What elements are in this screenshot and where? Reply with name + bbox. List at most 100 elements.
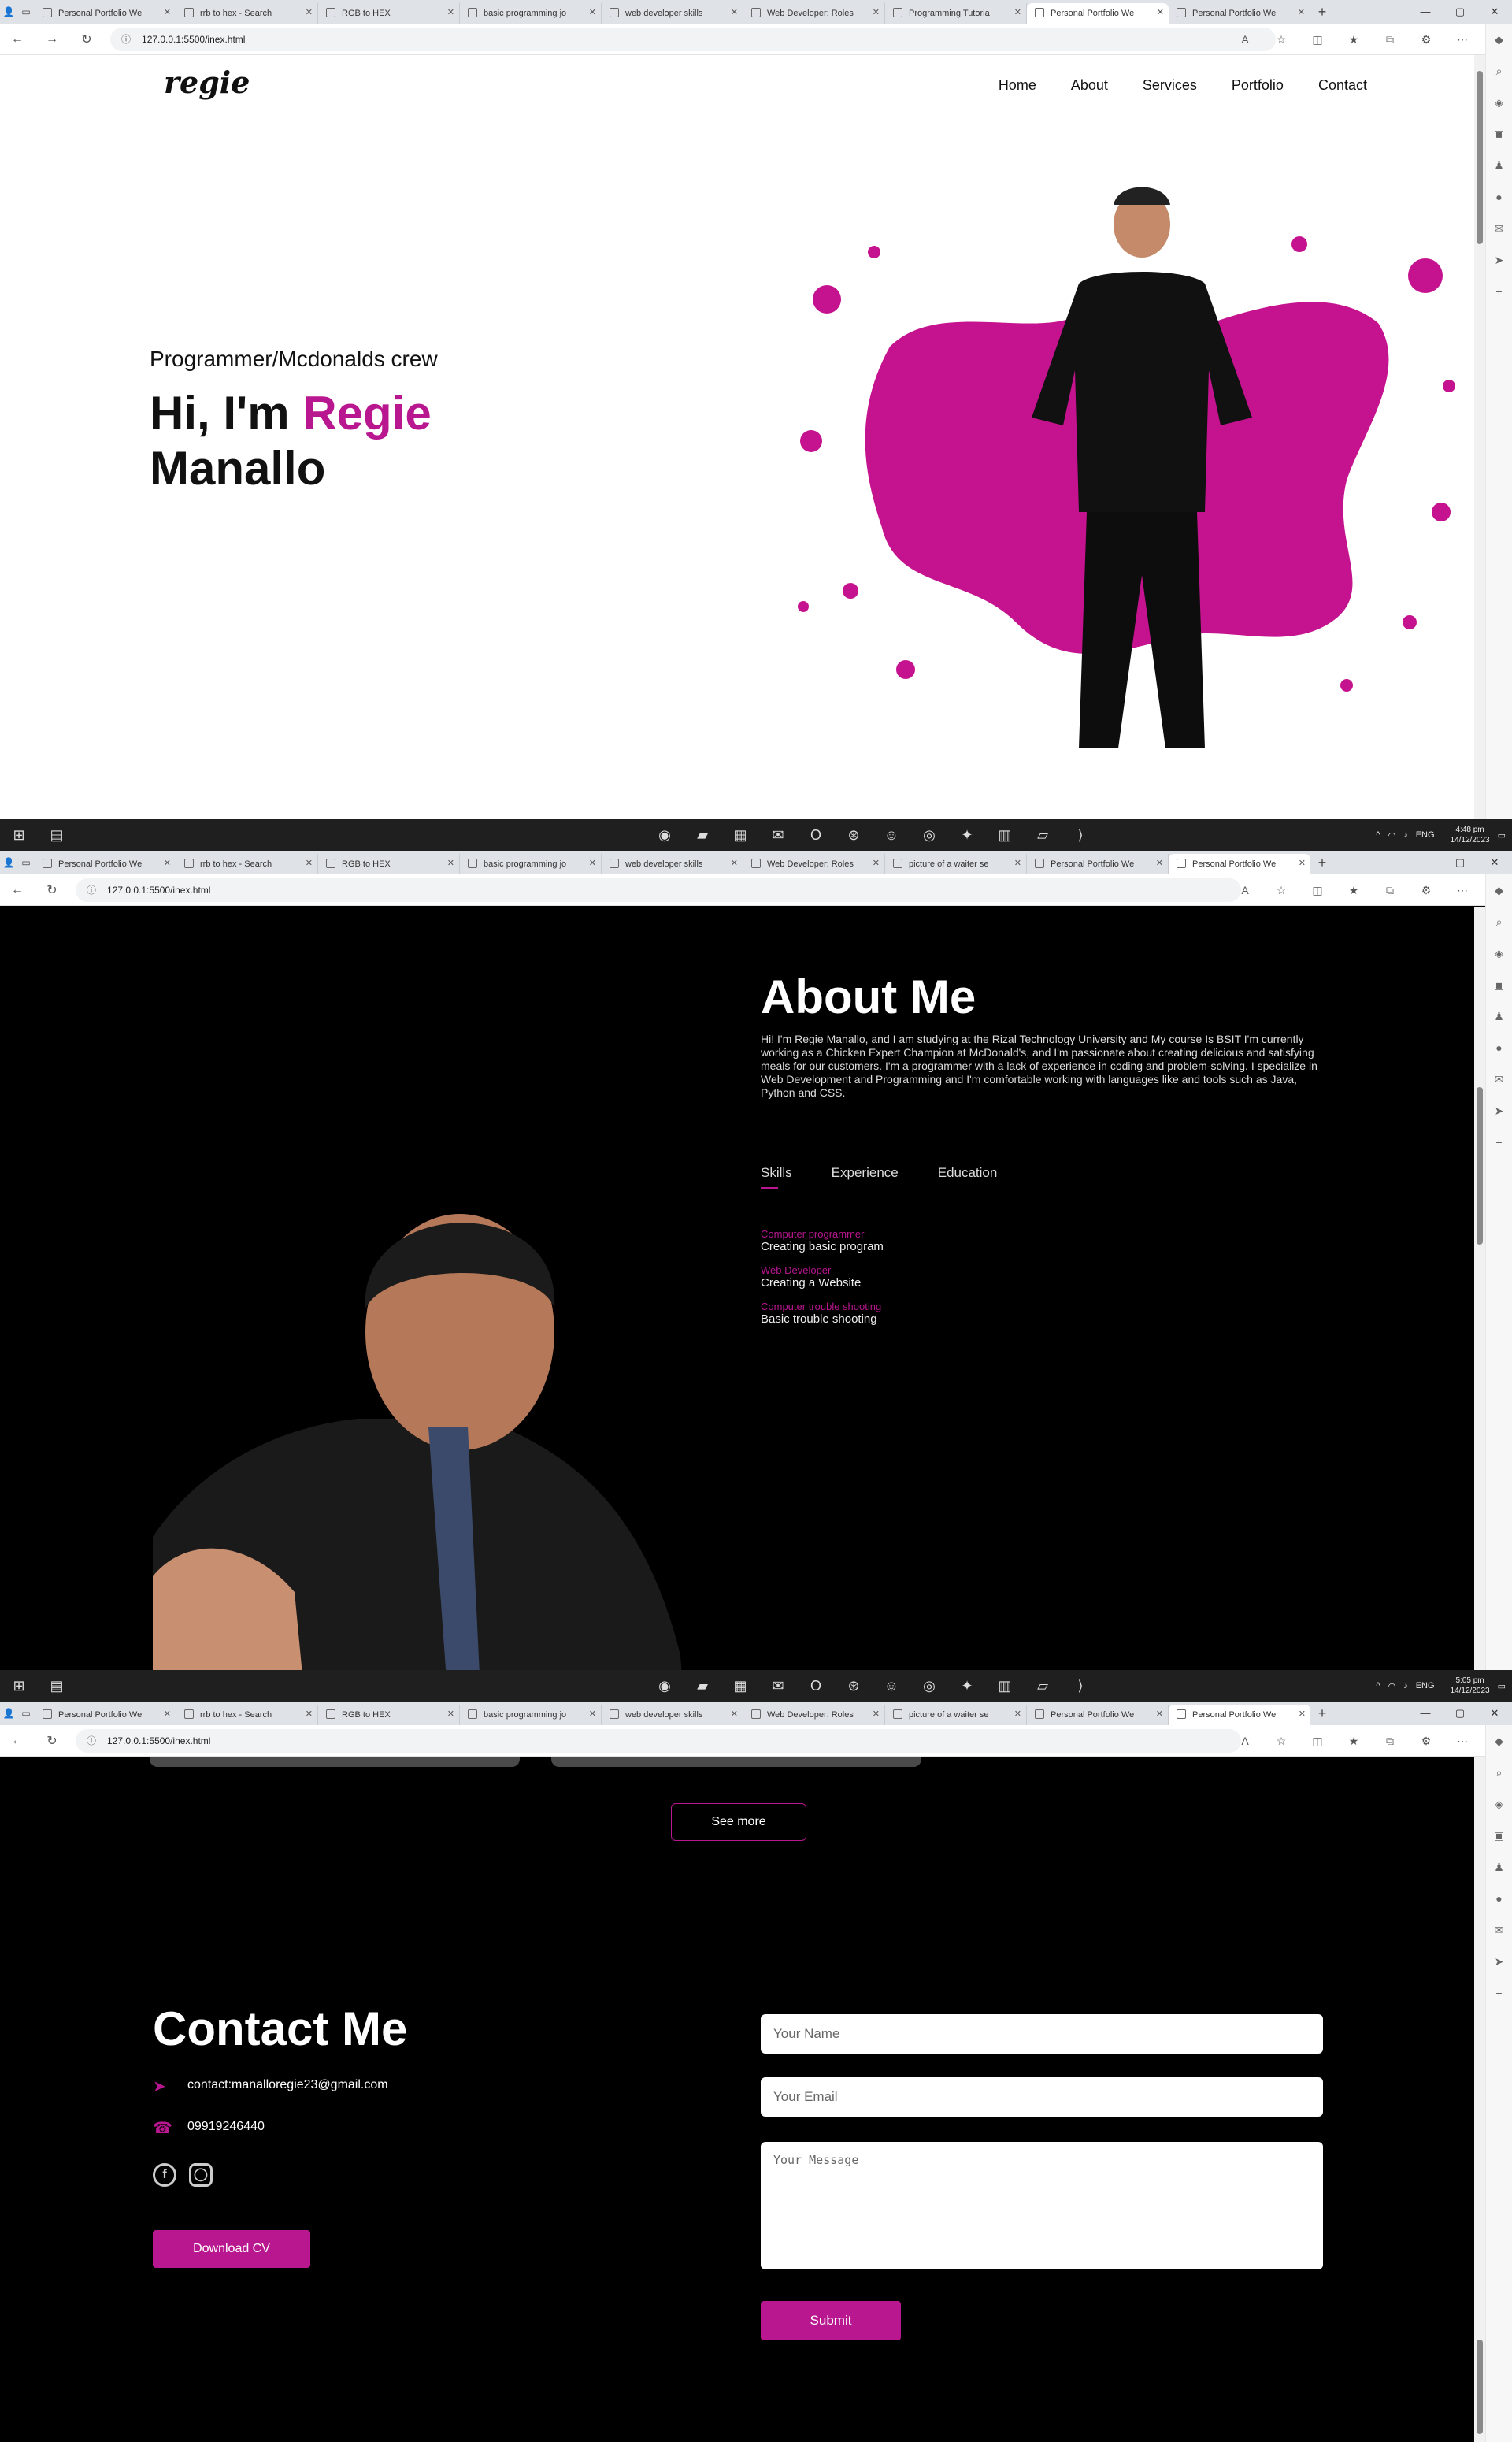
favorite-star-icon[interactable]: ☆ [1263, 33, 1299, 46]
close-icon[interactable]: ✕ [873, 7, 880, 17]
submit-button[interactable]: Submit [761, 2301, 901, 2340]
close-icon[interactable]: ✕ [1014, 858, 1021, 868]
see-more-button[interactable]: See more [671, 1803, 806, 1841]
browser-tab[interactable]: picture of a waiter se ✕ [885, 854, 1027, 874]
back-icon[interactable]: ← [0, 1734, 35, 1748]
vscode-icon[interactable]: ⟩ [1062, 827, 1099, 844]
favorite-star-icon[interactable]: ☆ [1263, 884, 1299, 897]
browser-tab[interactable]: Personal Portfolio We ✕ [35, 854, 176, 874]
tag-icon[interactable]: ◈ [1486, 87, 1512, 118]
browser-tab[interactable]: Personal Portfolio We ✕ [1027, 854, 1169, 874]
name-field[interactable]: Your Name [761, 2014, 1323, 2054]
game-icon[interactable]: ✦ [948, 827, 986, 844]
browser-tab[interactable]: rrb to hex - Search ✕ [176, 1705, 318, 1725]
extensions-icon[interactable]: ⚙ [1408, 1735, 1444, 1748]
windows-start-icon[interactable]: ⊞ [0, 827, 38, 844]
notepad-icon[interactable]: ▱ [1024, 1678, 1062, 1694]
close-icon[interactable]: ✕ [873, 858, 880, 868]
close-icon[interactable]: ✕ [731, 858, 738, 868]
favorites-icon[interactable]: ★ [1336, 884, 1372, 897]
collections-icon[interactable]: ⧉ [1372, 33, 1408, 46]
tab-actions-icon[interactable]: ▭ [17, 0, 35, 24]
new-tab-icon[interactable]: + [1310, 855, 1334, 871]
browser-tab[interactable]: web developer skills ✕ [602, 854, 743, 874]
tab-skills[interactable]: Skills [761, 1165, 792, 1189]
edge-app-icon[interactable]: ◉ [646, 1678, 684, 1694]
tag-icon[interactable]: ◈ [1486, 1788, 1512, 1820]
info-icon[interactable]: ⓘ [87, 883, 96, 896]
email-field[interactable]: Your Email [761, 2077, 1323, 2117]
file-explorer-icon[interactable]: ▰ [684, 1678, 721, 1694]
browser-tab[interactable]: rrb to hex - Search ✕ [176, 854, 318, 874]
wifi-icon[interactable]: ◠ [1388, 830, 1396, 841]
url-field[interactable]: ⓘ 127.0.0.1:5500/inex.html [110, 27, 1276, 51]
nav-about[interactable]: About [1071, 77, 1108, 94]
edge-app-icon[interactable]: ◉ [646, 827, 684, 844]
split-screen-icon[interactable]: ◫ [1299, 884, 1336, 897]
browser-tab[interactable]: RGB to HEX ✕ [318, 1705, 460, 1725]
browser-tab[interactable]: web developer skills ✕ [602, 3, 743, 24]
search-icon[interactable]: ⌕ [1486, 906, 1512, 937]
more-icon[interactable]: ⋯ [1444, 884, 1480, 897]
close-icon[interactable]: ✕ [1299, 858, 1306, 868]
game-icon[interactable]: ✦ [948, 1678, 986, 1694]
split-screen-icon[interactable]: ◫ [1299, 1735, 1336, 1748]
language-indicator[interactable]: ENG [1416, 1681, 1435, 1690]
refresh-icon[interactable]: ↻ [35, 882, 69, 898]
tab-actions-icon[interactable]: ▭ [17, 851, 35, 874]
browser-tab[interactable]: Personal Portfolio We ✕ [1169, 3, 1310, 24]
browser-tab-active[interactable]: Personal Portfolio We ✕ [1169, 1705, 1310, 1725]
new-tab-icon[interactable]: + [1310, 4, 1334, 20]
chevron-up-icon[interactable]: ^ [1376, 830, 1380, 840]
scrollbar-thumb[interactable] [1477, 1087, 1483, 1245]
browser-tab[interactable]: Personal Portfolio We ✕ [35, 3, 176, 24]
office-icon[interactable]: ● [1486, 1883, 1512, 1914]
close-icon[interactable]: ✕ [306, 7, 313, 17]
close-icon[interactable]: ✕ [306, 1709, 313, 1719]
toolbox-icon[interactable]: ▣ [1486, 969, 1512, 1000]
close-icon[interactable]: ✕ [164, 7, 171, 17]
close-icon[interactable]: ✕ [1014, 1709, 1021, 1719]
close-icon[interactable]: ✕ [164, 858, 171, 868]
vscode-icon[interactable]: ⟩ [1062, 1678, 1099, 1694]
url-field[interactable]: ⓘ 127.0.0.1:5500/inex.html [76, 878, 1241, 902]
close-icon[interactable]: ✕ [1156, 1709, 1163, 1719]
more-icon[interactable]: ⋯ [1444, 1735, 1480, 1748]
language-indicator[interactable]: ENG [1416, 830, 1435, 840]
office-icon[interactable]: ● [1486, 1032, 1512, 1063]
instagram-icon[interactable]: ◯ [189, 2163, 213, 2187]
opera-icon[interactable]: O [797, 1678, 835, 1694]
browser-tab[interactable]: Personal Portfolio We ✕ [1027, 1705, 1169, 1725]
close-icon[interactable]: ✕ [589, 7, 596, 17]
add-icon[interactable]: + [1486, 1126, 1512, 1158]
games-icon[interactable]: ♟ [1486, 1000, 1512, 1032]
volume-icon[interactable]: ♪ [1403, 1681, 1408, 1690]
mail-icon[interactable]: ✉ [759, 1678, 797, 1694]
winrar-icon[interactable]: ▥ [986, 827, 1024, 844]
extensions-icon[interactable]: ⚙ [1408, 884, 1444, 897]
read-aloud-icon[interactable]: A [1227, 33, 1263, 46]
nav-portfolio[interactable]: Portfolio [1232, 77, 1284, 94]
browser-tab[interactable]: Web Developer: Roles ✕ [743, 1705, 885, 1725]
close-icon[interactable]: ✕ [1014, 7, 1021, 17]
discord-icon[interactable]: ☺ [873, 827, 910, 844]
maximize-icon[interactable]: ▢ [1443, 851, 1477, 874]
info-icon[interactable]: ⓘ [87, 1734, 96, 1747]
back-icon[interactable]: ← [0, 883, 35, 897]
collections-icon[interactable]: ⧉ [1372, 884, 1408, 897]
browser-tab[interactable]: Web Developer: Roles ✕ [743, 3, 885, 24]
xbox-icon[interactable]: ⊛ [835, 827, 873, 844]
info-icon[interactable]: ⓘ [121, 32, 131, 46]
nav-home[interactable]: Home [999, 77, 1036, 94]
maximize-icon[interactable]: ▢ [1443, 0, 1477, 24]
volume-icon[interactable]: ♪ [1403, 830, 1408, 840]
browser-tab[interactable]: RGB to HEX ✕ [318, 854, 460, 874]
outlook-icon[interactable]: ✉ [1486, 213, 1512, 244]
split-screen-icon[interactable]: ◫ [1299, 33, 1336, 46]
close-icon[interactable]: ✕ [447, 858, 454, 868]
scrollbar-thumb[interactable] [1477, 71, 1483, 244]
close-icon[interactable]: ✕ [731, 1709, 738, 1719]
profile-icon[interactable]: 👤 [0, 0, 17, 24]
close-icon[interactable]: ✕ [873, 1709, 880, 1719]
browser-tab[interactable]: Web Developer: Roles ✕ [743, 854, 885, 874]
